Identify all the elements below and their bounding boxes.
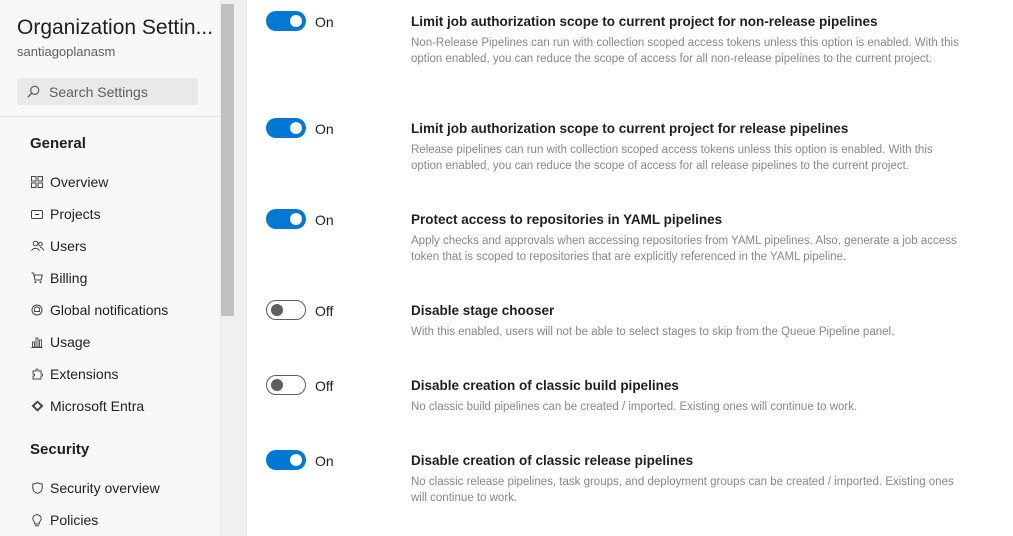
organization-settings-title: Organization Settin... xyxy=(17,16,214,39)
organization-settings-app: Organization Settin... santiagoplanasm G… xyxy=(0,0,1013,536)
sidebar-item-overview[interactable]: Overview xyxy=(30,171,108,193)
toggle-switch[interactable] xyxy=(266,11,306,31)
sidebar-item-extensions[interactable]: Extensions xyxy=(30,363,118,385)
search-settings-input[interactable] xyxy=(49,83,189,100)
sidebar-item-label: Microsoft Entra xyxy=(50,398,145,414)
usage-chart-icon xyxy=(30,335,44,349)
toggle-state-label: On xyxy=(315,212,334,228)
section-heading-security: Security xyxy=(30,441,90,458)
overview-icon xyxy=(30,175,44,189)
projects-icon xyxy=(30,207,44,221)
sidebar-item-microsoft-entra[interactable]: Microsoft Entra xyxy=(30,395,144,417)
toggle-state-label: On xyxy=(315,453,334,469)
sidebar-item-billing[interactable]: Billing xyxy=(30,267,87,289)
toggle-switch[interactable] xyxy=(266,300,306,320)
toggle-knob xyxy=(271,304,283,316)
sidebar-item-usage[interactable]: Usage xyxy=(30,331,90,353)
toggle-knob xyxy=(271,379,283,391)
users-icon xyxy=(30,239,44,253)
sidebar-item-users[interactable]: Users xyxy=(30,235,87,257)
toggle-knob xyxy=(290,122,302,134)
setting-description: Apply checks and approvals when accessin… xyxy=(411,235,957,263)
settings-sidebar: Organization Settin... santiagoplanasm G… xyxy=(0,0,219,536)
toggle-knob xyxy=(290,15,302,27)
setting-title: Protect access to repositories in YAML p… xyxy=(411,212,723,227)
toggle-knob xyxy=(290,213,302,225)
setting-title: Disable creation of classic build pipeli… xyxy=(411,378,679,393)
search-settings-box[interactable] xyxy=(17,78,198,105)
sidebar-item-security-overview[interactable]: Security overview xyxy=(30,477,160,499)
sidebar-item-label: Overview xyxy=(50,174,109,190)
sidebar-item-projects[interactable]: Projects xyxy=(30,203,101,225)
sidebar-item-label: Billing xyxy=(50,270,88,286)
setting-title: Disable creation of classic release pipe… xyxy=(411,453,694,468)
setting-description: No classic build pipelines can be create… xyxy=(411,401,858,413)
toggle-switch[interactable] xyxy=(266,209,306,229)
sidebar-item-label: Projects xyxy=(50,206,101,222)
sidebar-item-policies[interactable]: Policies xyxy=(30,509,98,531)
organization-name: santiagoplanasm xyxy=(17,44,116,59)
setting-description: Release pipelines can run with collectio… xyxy=(411,144,933,172)
sidebar-item-label: Policies xyxy=(50,512,99,528)
pipeline-settings-panel: On Limit job authorization scope to curr… xyxy=(248,0,1013,536)
setting-description: No classic release pipelines, task group… xyxy=(411,476,954,504)
sidebar-divider xyxy=(0,116,219,117)
toggle-state-label: On xyxy=(315,14,334,30)
sidebar-scrollbar-thumb[interactable] xyxy=(221,4,234,316)
search-icon xyxy=(27,85,40,98)
setting-title: Limit job authorization scope to current… xyxy=(411,14,878,29)
extensions-icon xyxy=(30,367,44,381)
toggle-knob xyxy=(290,454,302,466)
shield-icon xyxy=(30,481,44,495)
sidebar-item-label: Extensions xyxy=(50,366,119,382)
toggle-state-label: Off xyxy=(315,378,334,394)
entra-diamond-icon xyxy=(30,399,44,413)
setting-title: Limit job authorization scope to current… xyxy=(411,121,849,136)
toggle-state-label: On xyxy=(315,121,334,137)
notifications-icon xyxy=(30,303,44,317)
sidebar-item-global-notifications[interactable]: Global notifications xyxy=(30,299,168,321)
toggle-state-label: Off xyxy=(315,303,334,319)
sidebar-item-label: Usage xyxy=(50,334,91,350)
setting-description: Non-Release Pipelines can run with colle… xyxy=(411,37,959,65)
toggle-switch[interactable] xyxy=(266,375,306,395)
sidebar-item-label: Users xyxy=(50,238,87,254)
toggle-switch[interactable] xyxy=(266,450,306,470)
billing-cart-icon xyxy=(30,271,44,285)
setting-title: Disable stage chooser xyxy=(411,303,555,318)
toggle-switch[interactable] xyxy=(266,118,306,138)
sidebar-item-label: Global notifications xyxy=(50,302,169,318)
policies-lightbulb-icon xyxy=(30,513,44,527)
setting-description: With this enabled, users will not be abl… xyxy=(411,326,895,338)
section-heading-general: General xyxy=(30,135,86,152)
sidebar-item-label: Security overview xyxy=(50,480,160,496)
